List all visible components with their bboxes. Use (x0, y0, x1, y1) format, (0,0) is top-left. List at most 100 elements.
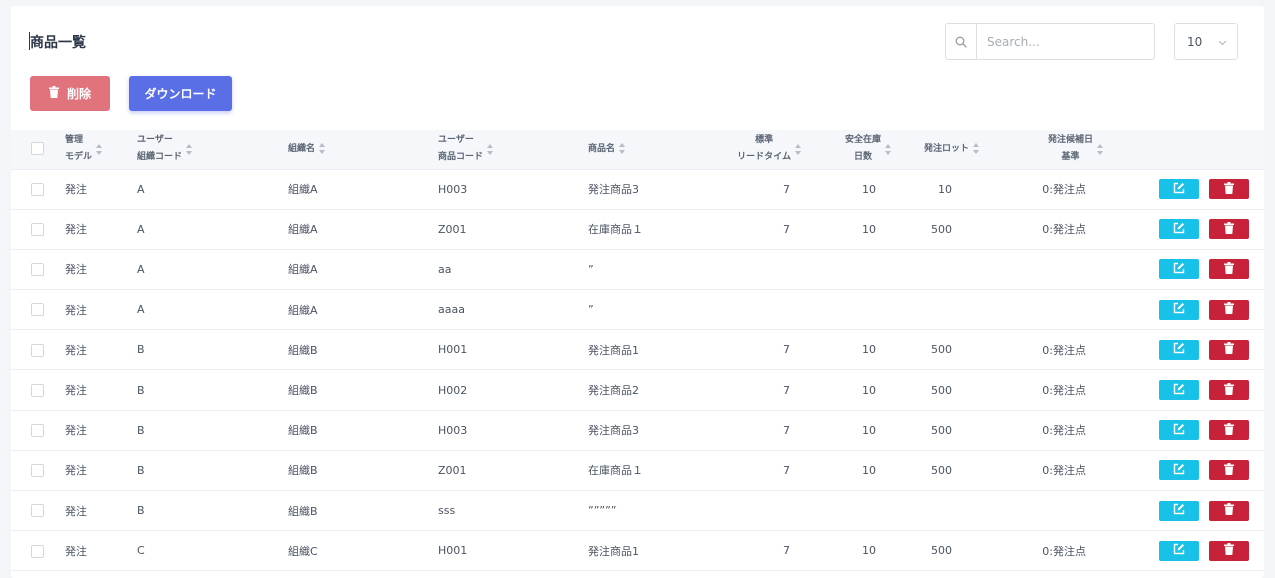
sort-icon[interactable] (619, 142, 626, 154)
cell-product-code: sss (438, 504, 456, 518)
download-button[interactable]: ダウンロード (129, 76, 232, 111)
edit-row-button[interactable] (1159, 179, 1199, 200)
delete-row-button[interactable] (1209, 500, 1249, 521)
trash-icon (1224, 221, 1234, 237)
trash-icon (1224, 382, 1234, 398)
cell-product-code: Z001 (438, 222, 467, 236)
header-org-code[interactable]: ユーザー 組織コード (137, 130, 288, 169)
search-input[interactable] (977, 24, 1154, 59)
delete-row-button[interactable] (1209, 540, 1249, 561)
row-checkbox[interactable] (31, 263, 44, 277)
edit-row-button[interactable] (1159, 540, 1199, 561)
table-row: 発注 A 組織A aaaa ” (11, 289, 1264, 330)
sort-icon[interactable] (885, 143, 892, 155)
delete-row-button[interactable] (1209, 259, 1249, 280)
row-checkbox[interactable] (31, 423, 44, 437)
delete-row-button[interactable] (1209, 299, 1249, 320)
cell-product-name: 発注商品2 (588, 384, 639, 398)
cell-basis (980, 249, 1104, 289)
table-row: 発注 A 組織A Z001 在庫商品１ 7 10 500 0:発注点 (11, 209, 1264, 249)
cell-org-code: A (137, 222, 145, 236)
edit-row-button[interactable] (1159, 219, 1199, 240)
table-row: 発注 B 組織B Z001 在庫商品１ 7 10 500 0:発注点 (11, 450, 1264, 490)
cell-org-name: 組織A (288, 303, 318, 317)
sort-icon[interactable] (487, 143, 494, 155)
cell-product-code: H001 (438, 343, 468, 357)
table-row: 発注 A 組織A aa ” (11, 249, 1264, 289)
cell-safety-days: 10 (862, 383, 876, 397)
row-checkbox[interactable] (31, 464, 44, 478)
search-icon[interactable] (946, 24, 977, 59)
cell-safety-days: 10 (862, 544, 876, 558)
cell-lead-time: 7 (783, 463, 790, 477)
delete-row-button[interactable] (1209, 339, 1249, 360)
sort-icon[interactable] (795, 143, 802, 155)
trash-icon (48, 86, 59, 101)
select-all-checkbox[interactable] (31, 141, 44, 155)
cell-org-code: A (137, 182, 145, 196)
delete-row-button[interactable] (1209, 460, 1249, 481)
table-row: 発注 A 組織A H003 発注商品3 7 10 10 0:発注点 (11, 169, 1264, 209)
cell-org-code: B (137, 343, 145, 357)
cell-lot: 500 (931, 222, 952, 236)
sort-icon[interactable] (319, 142, 326, 154)
cell-product-name: 在庫商品１ (588, 464, 643, 478)
cell-safety-days: 10 (862, 463, 876, 477)
delete-row-button[interactable] (1209, 380, 1249, 401)
delete-button[interactable]: 削除 (30, 76, 110, 111)
delete-row-button[interactable] (1209, 420, 1249, 441)
cell-lead-time: 7 (783, 544, 790, 558)
sort-icon[interactable] (1097, 143, 1104, 155)
trash-icon (1224, 302, 1234, 317)
cell-lead-time: 7 (783, 383, 790, 397)
cell-model: 発注 (65, 263, 87, 277)
edit-icon (1173, 383, 1185, 398)
row-checkbox[interactable] (31, 544, 44, 558)
edit-row-button[interactable] (1159, 299, 1199, 320)
cell-product-code: aa (438, 262, 452, 276)
header-lead-time[interactable]: 標準 リードタイム (700, 130, 802, 169)
edit-icon (1173, 423, 1185, 438)
edit-row-button[interactable] (1159, 500, 1199, 521)
header-model[interactable]: 管理 モデル (65, 130, 137, 169)
sort-icon[interactable] (96, 143, 103, 155)
cell-lead-time (700, 491, 802, 531)
row-checkbox[interactable] (31, 504, 44, 518)
cell-org-name: 組織B (288, 424, 318, 438)
header-safety-days[interactable]: 安全在庫 日数 (802, 130, 892, 169)
header-lot[interactable]: 発注ロット (892, 130, 980, 169)
edit-row-button[interactable] (1159, 420, 1199, 441)
edit-icon (1173, 182, 1185, 197)
edit-row-button[interactable] (1159, 339, 1199, 360)
page-size-select[interactable]: 10 (1174, 23, 1238, 60)
edit-row-button[interactable] (1159, 380, 1199, 401)
cell-lead-time (700, 290, 802, 330)
row-checkbox[interactable] (31, 303, 44, 317)
header-product-code[interactable]: ユーザー 商品コード (438, 130, 588, 169)
cell-basis: 0:発注点 (1042, 464, 1086, 478)
product-list-card: 商品一覧 10 削除 ダウンロード 管理モデル ユーザー組織コード (11, 6, 1264, 578)
cell-model: 発注 (65, 464, 87, 478)
cell-safety-days: 10 (862, 182, 876, 196)
sort-icon[interactable] (186, 143, 193, 155)
product-table: 管理 モデル ユーザー 組織コード 組織名 ユーザー 商品コード 商品名 標準 リードタ… (11, 130, 1264, 571)
cell-org-name: 組織A (288, 263, 318, 277)
row-checkbox[interactable] (31, 383, 44, 397)
header-org-name[interactable]: 組織名 (288, 130, 438, 169)
delete-row-button[interactable] (1209, 179, 1249, 200)
edit-row-button[interactable] (1159, 259, 1199, 280)
cell-org-name: 組織B (288, 384, 318, 398)
trash-icon (1224, 261, 1234, 277)
chevron-down-icon (1218, 35, 1227, 49)
delete-row-button[interactable] (1209, 219, 1249, 240)
sort-icon[interactable] (973, 142, 980, 154)
cell-org-code: B (137, 504, 145, 518)
trash-icon (1224, 181, 1234, 197)
row-checkbox[interactable] (31, 343, 44, 357)
header-basis[interactable]: 発注候補日 基準 (980, 130, 1104, 169)
row-checkbox[interactable] (31, 182, 44, 196)
row-checkbox[interactable] (31, 223, 44, 237)
header-product-name[interactable]: 商品名 (588, 130, 700, 169)
cell-product-code: H002 (438, 383, 468, 397)
edit-row-button[interactable] (1159, 460, 1199, 481)
